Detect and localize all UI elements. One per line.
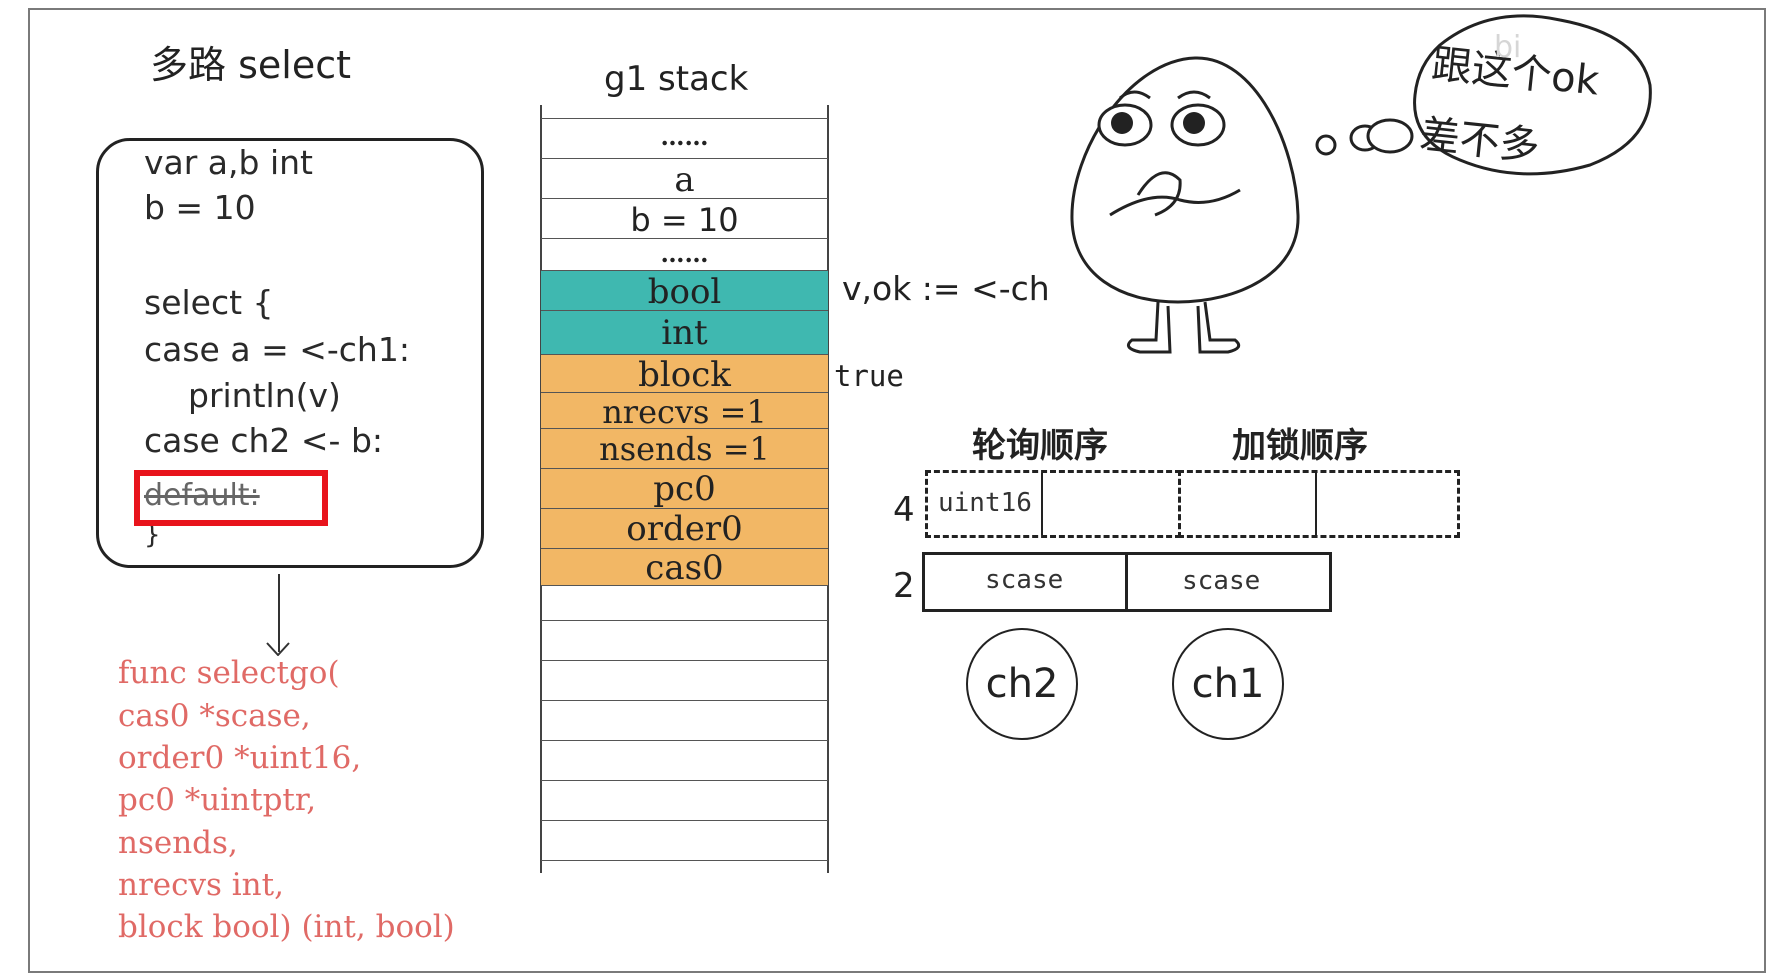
stack-row-b: b = 10	[541, 198, 828, 239]
code-line-1: var a,b int	[144, 143, 313, 182]
block-value-annotation: true	[834, 359, 904, 393]
channel-ch1-circle: ch1	[1172, 628, 1284, 740]
code-line-4: case a = <-ch1:	[144, 330, 410, 369]
slide-title: 多路 select	[150, 43, 351, 87]
thought-bubble-line-2: 差不多	[1417, 111, 1542, 171]
order-array-size: 4	[893, 490, 915, 530]
lock-order-array	[1178, 470, 1460, 538]
egg-character-icon	[1070, 56, 1300, 354]
stack-row-a: a	[541, 158, 828, 200]
func-line-2: cas0 *scase,	[118, 698, 311, 734]
lock-order-header: 加锁顺序	[1232, 426, 1368, 466]
stack-row-empty	[541, 700, 828, 740]
stack-row-empty	[541, 740, 828, 780]
stack-row-ellipsis-mid: ……	[541, 238, 828, 270]
scase-cell-1: scase	[985, 565, 1064, 595]
stack-row-bool: bool	[541, 270, 828, 312]
func-line-3: order0 *uint16,	[118, 740, 362, 776]
stack-row-nrecvs: nrecvs =1	[541, 392, 828, 431]
func-line-4: pc0 *uintptr,	[118, 782, 317, 818]
code-line-2: b = 10	[144, 188, 256, 227]
code-line-6: case ch2 <- b:	[144, 421, 384, 460]
func-line-6: nrecvs int,	[118, 867, 284, 903]
stack-row-int: int	[541, 310, 828, 354]
lock-order-divider	[1315, 473, 1317, 535]
stack-row-nsends: nsends =1	[541, 428, 828, 468]
stack-row-order0: order0	[541, 508, 828, 549]
stack-row-ellipsis-top: ……	[541, 118, 828, 158]
watermark-logo: bi	[1494, 30, 1522, 65]
func-line-7: block bool) (int, bool)	[118, 909, 455, 945]
channel-ch2-circle: ch2	[966, 628, 1078, 740]
poll-order-divider	[1041, 473, 1043, 535]
func-line-1: func selectgo(	[118, 655, 340, 691]
uint16-cell-label: uint16	[938, 488, 1032, 518]
stack-row-empty	[541, 620, 828, 660]
func-line-5: nsends,	[118, 825, 238, 861]
stack-row-empty	[541, 780, 828, 820]
down-arrow-line	[278, 574, 280, 652]
stack-row-pc0: pc0	[541, 468, 828, 509]
stack-row-cas0: cas0	[541, 548, 828, 587]
recv-annotation: v,ok := <-ch	[842, 269, 1050, 308]
stack-row-block: block	[541, 354, 828, 395]
scase-cell-2: scase	[1182, 566, 1261, 596]
stack-row-empty	[541, 660, 828, 700]
code-line-5: println(v)	[188, 376, 341, 415]
scase-array-size: 2	[893, 566, 915, 606]
poll-order-header: 轮询顺序	[972, 426, 1108, 466]
code-line-3: select {	[144, 283, 274, 322]
stack-title: g1 stack	[604, 59, 749, 99]
stack-row-empty	[541, 860, 828, 870]
down-arrow-icon	[266, 642, 290, 656]
stack-row-empty	[541, 820, 828, 860]
scase-array-divider	[1125, 552, 1128, 612]
default-highlight-box	[134, 470, 328, 526]
